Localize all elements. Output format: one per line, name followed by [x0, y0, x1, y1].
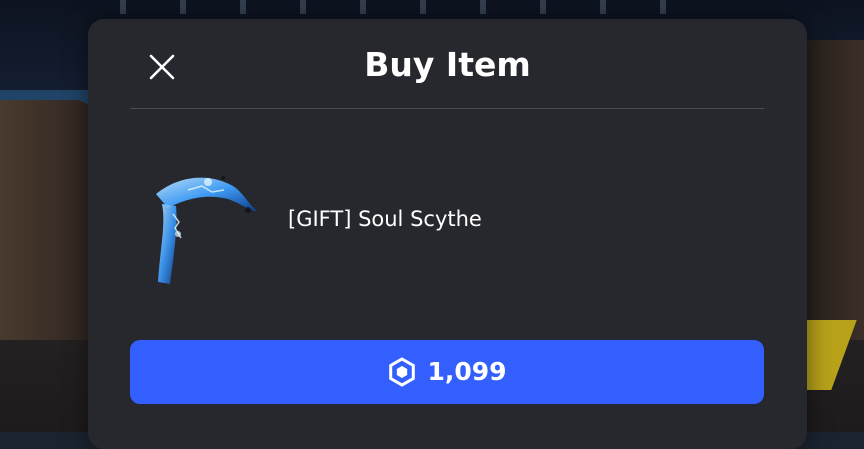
- dialog-header: Buy Item: [88, 19, 807, 109]
- buy-button[interactable]: 1,099: [130, 340, 764, 404]
- robux-icon: [389, 357, 416, 387]
- background-tower-left: [0, 100, 95, 340]
- dialog-title: Buy Item: [364, 45, 531, 84]
- header-divider: [130, 108, 764, 109]
- background-lights: [120, 0, 720, 14]
- price-label: 1,099: [427, 357, 507, 386]
- soul-scythe-thumbnail: [148, 164, 268, 299]
- item-name: [GIFT] Soul Scythe: [288, 207, 482, 231]
- buy-item-dialog: Buy Item [GIFT] Soul Scythe 1,099: [88, 19, 807, 449]
